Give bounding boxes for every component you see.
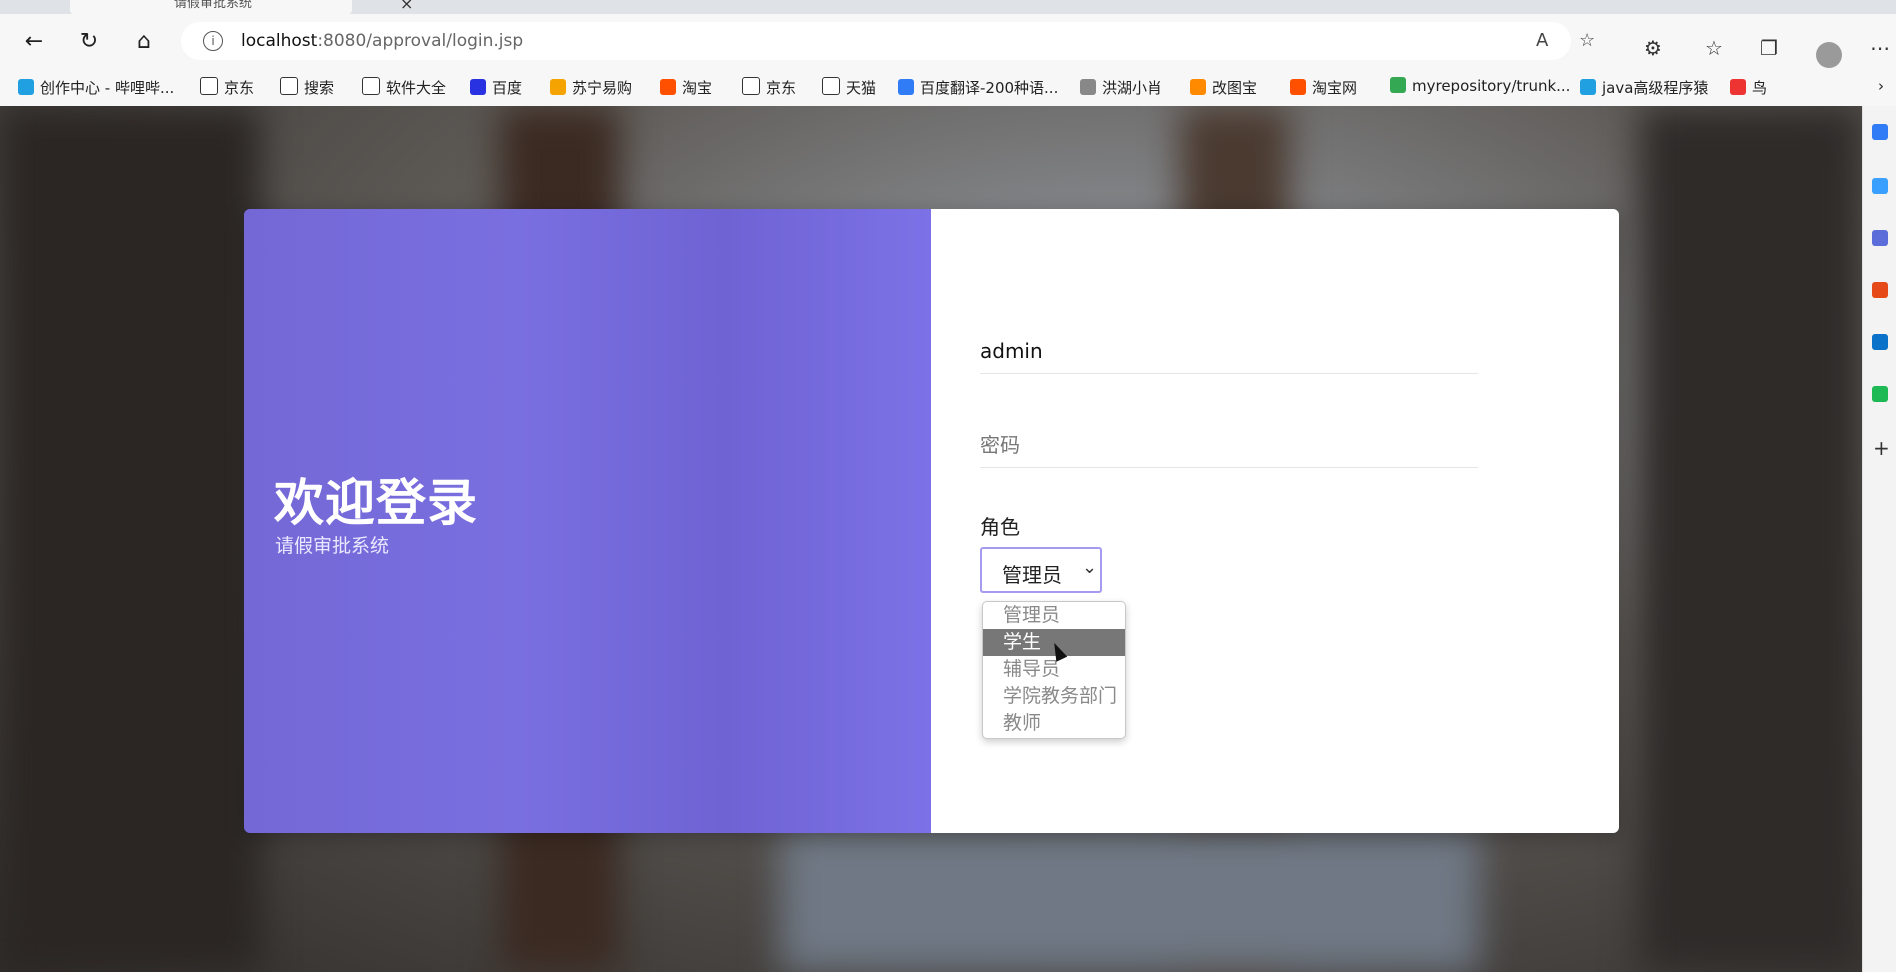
bookmark-item[interactable]: 京东 (742, 77, 796, 98)
bookmark-label: 京东 (766, 79, 797, 97)
profile-avatar[interactable] (1816, 42, 1842, 68)
bookmark-icon (742, 77, 760, 95)
system-subtitle: 请假审批系统 (275, 535, 390, 557)
bookmark-icon (1080, 79, 1096, 95)
bookmark-icon (660, 79, 676, 95)
bg-blur (780, 826, 1480, 972)
role-label: 角色 (980, 515, 1020, 539)
bg-blur (0, 106, 260, 972)
bookmark-item[interactable]: 百度翻译-200种语... (898, 77, 1058, 98)
bookmarks-bar: 创作中心 - 哔哩哔... 京东 搜索 软件大全 百度 苏宁易购 淘宝 京东 天猫 百度翻译-20… (0, 68, 1896, 107)
url-text[interactable]: localhost:8080/approval/login.jsp (241, 31, 523, 51)
bookmark-icon (898, 79, 914, 95)
add-favorite-icon[interactable]: ☆ (1579, 30, 1595, 51)
role-option[interactable]: 学院教务部门 (983, 683, 1125, 710)
bookmark-item[interactable]: 百度 (470, 77, 522, 98)
bookmark-label: 鸟 (1752, 79, 1768, 97)
people-icon[interactable] (1872, 230, 1888, 246)
bookmark-label: 淘宝 (682, 79, 713, 97)
bookmark-label: 洪湖小肖 (1102, 79, 1163, 97)
bookmark-label: 软件大全 (386, 79, 447, 97)
tab-active[interactable]: 请假审批系统 × (70, 0, 413, 14)
welcome-heading: 欢迎登录 (274, 474, 478, 532)
bookmark-icon (1290, 79, 1306, 95)
home-icon[interactable]: ⌂ (130, 28, 158, 56)
bookmark-item[interactable]: 搜索 (280, 77, 334, 98)
back-icon[interactable]: ← (20, 28, 48, 56)
bookmark-icon (550, 79, 566, 95)
bookmark-item[interactable]: myrepository/trunk... (1390, 77, 1570, 95)
bookmark-item[interactable]: java高级程序猿 (1580, 77, 1708, 98)
bookmark-label: 百度 (492, 79, 523, 97)
bookmark-item[interactable]: 改图宝 (1190, 77, 1257, 98)
chevron-down-icon: ⌄ (1082, 557, 1098, 578)
office-icon[interactable] (1872, 282, 1888, 298)
read-aloud-icon[interactable]: A (1536, 30, 1548, 51)
bookmark-label: 淘宝网 (1312, 79, 1358, 97)
bookmark-icon (1190, 79, 1206, 95)
tools-icon[interactable] (1872, 178, 1888, 194)
bg-blur (1640, 106, 1862, 972)
add-icon[interactable]: + (1873, 436, 1890, 460)
bookmark-icon (822, 77, 840, 95)
role-dropdown[interactable]: 管理员 学生 辅导员 学院教务部门 教师 (982, 601, 1126, 739)
bookmark-icon (200, 77, 218, 95)
role-option[interactable]: 教师 (983, 710, 1125, 737)
welcome-panel: 欢迎登录 请假审批系统 (244, 209, 931, 833)
chevron-right-icon[interactable]: › (1878, 77, 1884, 95)
bookmark-icon (1390, 77, 1406, 93)
outlook-icon[interactable] (1872, 334, 1888, 350)
info-icon[interactable]: i (203, 31, 223, 51)
bookmark-icon (470, 79, 486, 95)
bookmark-label: 苏宁易购 (572, 79, 633, 97)
login-card: 欢迎登录 请假审批系统 角色 管理员 ⌄ 管理员 学生 辅导员 学院教务部门 教… (244, 209, 1619, 833)
bookmark-item[interactable]: 苏宁易购 (550, 77, 632, 98)
tab-title: 请假审批系统 (174, 0, 253, 11)
bookmark-label: java高级程序猿 (1602, 79, 1709, 97)
password-input[interactable] (980, 423, 1478, 468)
role-option[interactable]: 管理员 (983, 602, 1125, 629)
bookmark-icon (1580, 79, 1596, 95)
bookmark-label: 天猫 (846, 79, 877, 97)
edge-sidebar: + (1862, 106, 1896, 972)
bookmark-item[interactable]: 洪湖小肖 (1080, 77, 1162, 98)
bookmark-icon (18, 79, 34, 95)
extensions-icon[interactable]: ⚙ (1644, 36, 1662, 60)
bookmark-item[interactable]: 淘宝网 (1290, 77, 1357, 98)
bookmark-label: 创作中心 - 哔哩哔... (40, 79, 175, 97)
address-bar[interactable]: i localhost:8080/approval/login.jsp A ☆ (181, 22, 1595, 60)
bookmark-label: 百度翻译-200种语... (920, 79, 1059, 97)
browser-toolbar: ← ↻ ⌂ i localhost:8080/approval/login.js… (0, 14, 1896, 68)
role-select[interactable]: 管理员 ⌄ (980, 547, 1102, 593)
tab-strip: 请假审批系统 × (0, 0, 1896, 14)
bookmark-label: 京东 (224, 79, 255, 97)
bookmark-icon (362, 77, 380, 95)
bookmark-item[interactable]: 天猫 (822, 77, 876, 98)
refresh-icon[interactable]: ↻ (75, 28, 103, 56)
bookmark-item[interactable]: 创作中心 - 哔哩哔... (18, 77, 174, 98)
role-selected-value: 管理员 (1002, 563, 1062, 587)
search-icon[interactable] (1872, 124, 1888, 140)
bookmark-icon (1730, 79, 1746, 95)
bookmark-item[interactable]: 软件大全 (362, 77, 446, 98)
bookmark-label: myrepository/trunk... (1412, 77, 1571, 95)
bookmark-label: 改图宝 (1212, 79, 1258, 97)
bookmark-item[interactable]: 淘宝 (660, 77, 712, 98)
bookmark-item[interactable]: 鸟 (1730, 77, 1767, 98)
login-form: 角色 管理员 ⌄ 管理员 学生 辅导员 学院教务部门 教师 (931, 209, 1619, 833)
bookmark-label: 搜索 (304, 79, 335, 97)
role-option[interactable]: 辅导员 (983, 656, 1125, 683)
bookmark-icon (280, 77, 298, 95)
spotify-icon[interactable] (1872, 386, 1888, 402)
tab-close-icon[interactable]: × (400, 0, 413, 13)
more-icon[interactable]: ⋯ (1870, 36, 1890, 60)
favorites-icon[interactable]: ☆ (1705, 36, 1723, 60)
collections-icon[interactable]: ❐ (1760, 36, 1778, 60)
bookmark-item[interactable]: 京东 (200, 77, 254, 98)
username-input[interactable] (980, 329, 1478, 374)
